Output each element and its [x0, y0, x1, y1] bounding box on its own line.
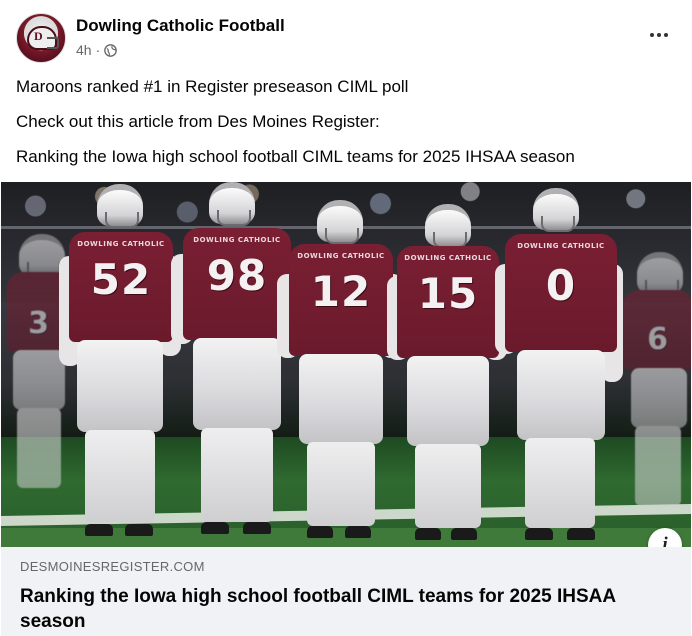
jersey-number: 0 — [545, 261, 577, 310]
globe-icon[interactable] — [104, 43, 118, 57]
post-header: D Dowling Catholic Football 4h · — [16, 13, 680, 65]
link-domain: DESMOINESREGISTER.COM — [20, 559, 205, 574]
post-body: Maroons ranked #1 in Register preseason … — [16, 76, 676, 181]
jersey-school: DOWLING CATHOLIC — [517, 242, 605, 250]
post-text-line: Check out this article from Des Moines R… — [16, 112, 380, 131]
avatar[interactable]: D — [16, 13, 66, 63]
jersey-number: 6 — [647, 322, 669, 357]
post-text-line: Ranking the Iowa high school football CI… — [16, 147, 575, 166]
more-options-icon[interactable] — [644, 23, 674, 47]
jersey-school: DOWLING CATHOLIC — [404, 254, 492, 262]
post-timestamp[interactable]: 4h — [76, 42, 92, 58]
jersey-number: 98 — [206, 251, 268, 300]
page-name[interactable]: Dowling Catholic Football — [76, 16, 285, 36]
jersey-number: 12 — [310, 267, 372, 316]
post-text-line: Maroons ranked #1 in Register preseason … — [16, 77, 409, 96]
jersey-number: 52 — [90, 255, 152, 304]
link-preview-image[interactable]: 3 6 DOWLING CATHOLIC 52 DOWLING CATHOLIC… — [1, 182, 691, 547]
link-title[interactable]: Ranking the Iowa high school football CI… — [20, 584, 677, 634]
avatar-letter: D — [34, 29, 43, 43]
jersey-number: 15 — [417, 269, 479, 318]
jersey-school: DOWLING CATHOLIC — [77, 240, 165, 248]
facebook-post: D Dowling Catholic Football 4h · Maroons… — [0, 0, 692, 636]
link-preview[interactable]: DESMOINESREGISTER.COM Ranking the Iowa h… — [1, 547, 691, 636]
jersey-school: DOWLING CATHOLIC — [297, 252, 385, 260]
post-meta: 4h · — [76, 42, 118, 58]
jersey-school: DOWLING CATHOLIC — [193, 236, 281, 244]
meta-separator: · — [95, 42, 101, 58]
